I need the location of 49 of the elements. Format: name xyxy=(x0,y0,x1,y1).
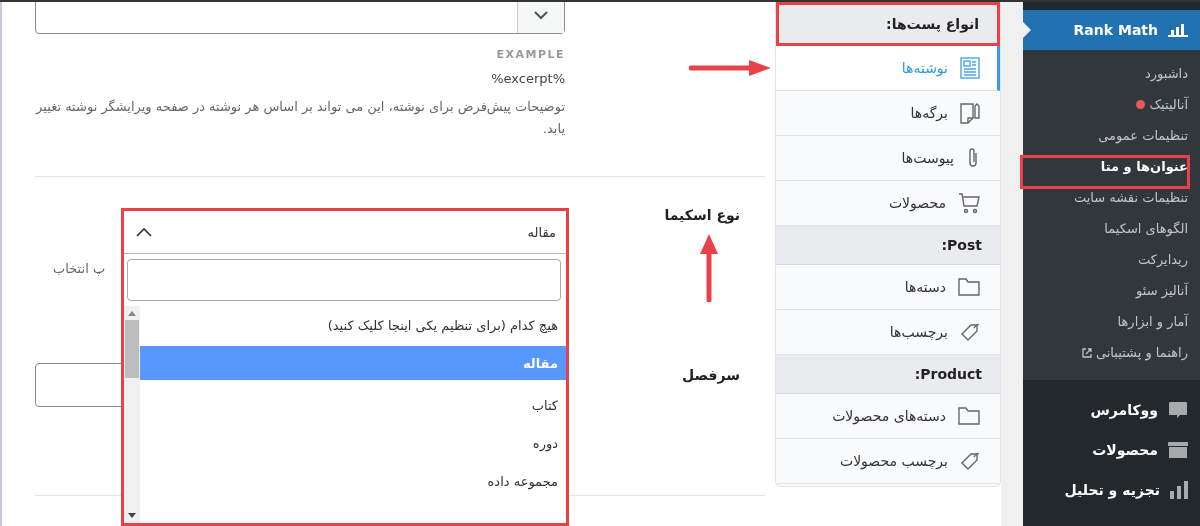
scrollbar[interactable] xyxy=(124,306,140,523)
submenu-item[interactable]: راهنما و پشتیبانی xyxy=(1023,337,1200,368)
arrow xyxy=(700,234,718,302)
submenu-item[interactable]: داشبورد xyxy=(1023,58,1200,89)
folder-icon xyxy=(958,407,980,425)
field-label: نوع اسکیما xyxy=(664,206,740,223)
field-label: سرفصل xyxy=(682,366,740,383)
dropdown-option[interactable]: دوره xyxy=(140,424,566,462)
chevron-up-icon xyxy=(136,227,152,237)
schema-dropdown[interactable]: مقاله هیچ کدام (برای تنظیم یکی اینجا کلیک کنید) مقاله کتاب دوره مجموعه داده xyxy=(121,208,569,526)
chevron-down-icon xyxy=(534,10,548,20)
menu-item[interactable]: Rank Math xyxy=(1023,10,1200,50)
submenu-item[interactable]: آنالیتیک xyxy=(1023,89,1200,120)
scroll-up-icon[interactable] xyxy=(127,310,137,316)
submenu-item[interactable]: الگوهای اسکیما xyxy=(1023,213,1200,244)
page-icon xyxy=(960,102,980,124)
dropdown-option[interactable]: مجموعه داده xyxy=(140,462,566,500)
tag-icon xyxy=(960,451,980,471)
dropdown-option[interactable]: کتاب xyxy=(140,386,566,424)
paperclip-icon xyxy=(966,147,980,169)
menu-item[interactable]: محصولات xyxy=(1023,430,1200,470)
submenu-item[interactable]: عنوان‌ها و متا xyxy=(1023,151,1200,182)
example-value: %excerpt% xyxy=(491,71,565,86)
dropdown-option[interactable]: هیچ کدام (برای تنظیم یکی اینجا کلیک کنید) xyxy=(140,306,566,344)
field-description: توضیحات پیش‌فرض برای نوشته، این می تواند بر اساس هر نوشته در صفحه ویرایشگر نوشته تغییر یابد. xyxy=(35,98,565,138)
document-icon xyxy=(960,57,980,79)
submenu-item[interactable]: آنالیز سئو xyxy=(1023,275,1200,306)
cart-icon xyxy=(958,192,980,214)
submenu-item[interactable]: آمار و ابزارها xyxy=(1023,306,1200,337)
field-hint: پ انتخاب xyxy=(53,261,106,276)
section-heading: انواع پست‌ها: xyxy=(776,2,1000,46)
section-heading: Post: xyxy=(776,226,1000,265)
menu-item[interactable]: ووکامرس xyxy=(1023,390,1200,430)
search-field[interactable] xyxy=(127,259,561,301)
section-heading: Product: xyxy=(776,355,1000,394)
submenu-item[interactable]: ریدایرکت xyxy=(1023,244,1200,275)
submenu-item[interactable]: تنظیمات نقشه سایت xyxy=(1023,182,1200,213)
folder-icon xyxy=(958,278,980,296)
example-label: EXAMPLE xyxy=(496,48,565,61)
menu-item[interactable]: تجزیه و تحلیل xyxy=(1023,470,1200,510)
select-field[interactable] xyxy=(35,2,565,34)
submenu-item[interactable]: تنظیمات عمومی xyxy=(1023,120,1200,151)
bar-chart-icon xyxy=(1170,481,1188,499)
scrollbar-thumb[interactable] xyxy=(125,320,139,378)
chart-icon xyxy=(1168,23,1188,37)
tag-icon xyxy=(960,322,980,342)
scroll-down-icon[interactable] xyxy=(127,513,137,519)
selected-value: مقاله xyxy=(527,224,556,240)
archive-icon xyxy=(1168,442,1188,458)
